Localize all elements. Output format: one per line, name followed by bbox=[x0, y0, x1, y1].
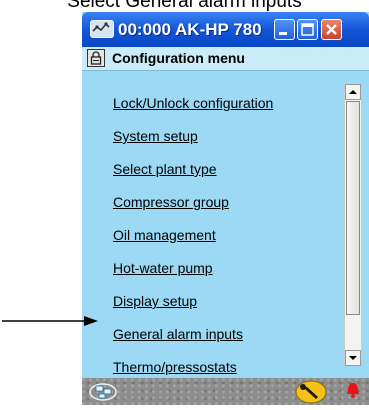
menu-item-select-plant-type[interactable]: Select plant type bbox=[113, 161, 217, 177]
network-status-icon[interactable] bbox=[88, 380, 122, 407]
maximize-button[interactable] bbox=[297, 19, 318, 40]
scroll-up-icon bbox=[349, 90, 357, 94]
network-icon bbox=[90, 20, 114, 38]
alarm-bell-icon[interactable] bbox=[343, 380, 363, 405]
vertical-scrollbar[interactable] bbox=[344, 84, 361, 366]
menu-item-hot-water-pump[interactable]: Hot-water pump bbox=[113, 260, 213, 276]
menu-item-compressor-group[interactable]: Compressor group bbox=[113, 194, 229, 210]
menu-item-display-setup[interactable]: Display setup bbox=[113, 293, 197, 309]
title-bar[interactable]: 00:000 AK-HP 780 bbox=[82, 12, 369, 47]
menu-header: Configuration menu bbox=[82, 47, 369, 71]
menu-title: Configuration menu bbox=[112, 50, 245, 66]
scroll-down-button[interactable] bbox=[345, 350, 361, 366]
maximize-icon bbox=[301, 23, 314, 36]
lock-icon[interactable] bbox=[87, 49, 105, 67]
service-tool-icon[interactable] bbox=[294, 379, 328, 410]
instruction-caption: Select General alarm inputs bbox=[67, 0, 302, 12]
menu-item-thermo-pressostats[interactable]: Thermo/pressostats bbox=[113, 359, 237, 375]
menu-list: Lock/Unlock configuration System setup S… bbox=[82, 71, 344, 378]
app-window: 00:000 AK-HP 780 Configuration menu Lock… bbox=[82, 12, 369, 405]
window-title: 00:000 AK-HP 780 bbox=[118, 20, 262, 39]
menu-item-general-alarm-inputs[interactable]: General alarm inputs bbox=[113, 326, 243, 342]
close-button[interactable] bbox=[321, 19, 342, 40]
close-icon bbox=[326, 24, 337, 35]
minimize-icon bbox=[279, 32, 287, 35]
menu-item-oil-management[interactable]: Oil management bbox=[113, 227, 216, 243]
menu-item-system-setup[interactable]: System setup bbox=[113, 128, 198, 144]
pointer-arrow-icon bbox=[2, 316, 98, 326]
menu-item-lock-unlock-configuration[interactable]: Lock/Unlock configuration bbox=[113, 95, 273, 111]
scrollbar-thumb[interactable] bbox=[346, 101, 360, 315]
minimize-button[interactable] bbox=[274, 19, 295, 40]
status-bar bbox=[82, 378, 369, 405]
scroll-up-button[interactable] bbox=[345, 84, 361, 100]
scroll-down-icon bbox=[349, 356, 357, 360]
